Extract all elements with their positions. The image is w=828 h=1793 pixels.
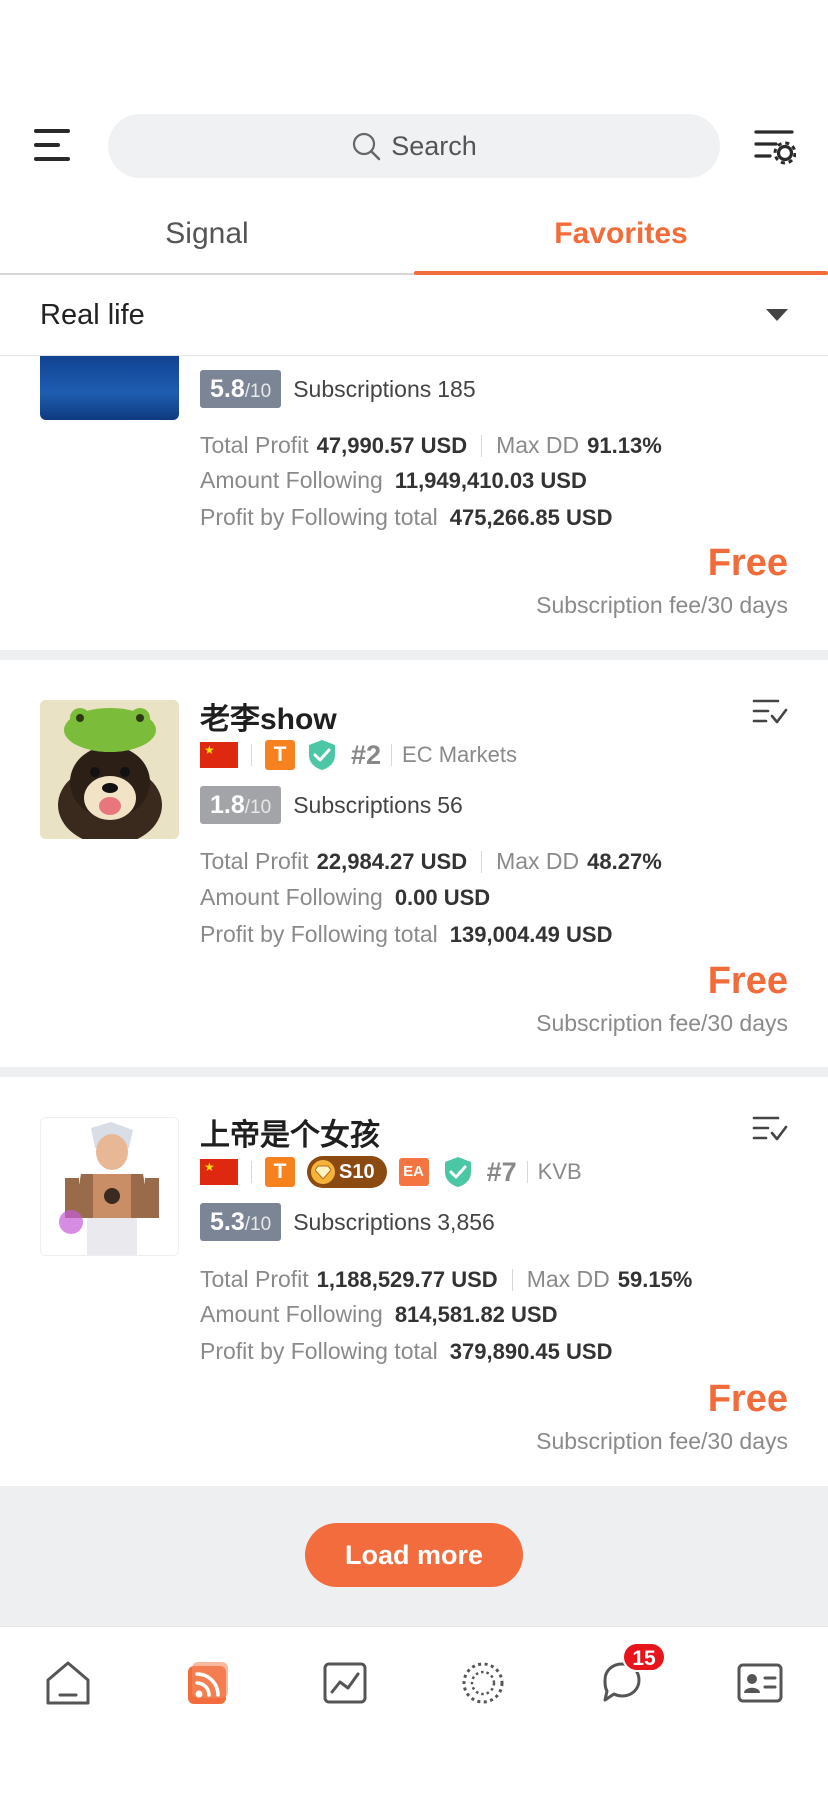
china-flag-icon: ★ [200, 742, 238, 768]
card-separator [0, 1067, 828, 1077]
subscriptions-count: 3,856 [437, 1208, 495, 1235]
trader-rank: #2 [351, 739, 382, 770]
diamond-icon [311, 1160, 335, 1184]
menu-icon[interactable] [30, 125, 74, 165]
level-badge: S10 [307, 1156, 387, 1188]
subscriptions-label: Subscriptions [293, 1208, 432, 1235]
chart-icon[interactable] [320, 1658, 370, 1708]
score-badge: 5.3/10 [200, 1203, 282, 1241]
t-badge: T [265, 1157, 295, 1187]
total-profit-row: Total Profit 22,984.27 USD Max DD 48.27% [200, 848, 662, 874]
score-badge: 1.8/10 [200, 786, 282, 824]
broker-name: EC Markets [402, 742, 517, 767]
profit-following-row: Profit by Following total 379,890.45 USD [200, 1338, 613, 1364]
community-icon[interactable] [458, 1658, 508, 1708]
t-badge: T [265, 740, 295, 770]
subscription-fee-note: Subscription fee/30 days [536, 592, 788, 618]
load-more-button[interactable]: Load more [305, 1523, 523, 1587]
tab-signal[interactable]: Signal [0, 210, 414, 270]
total-profit-row: Total Profit 1,188,529.77 USD Max DD 59.15… [200, 1266, 693, 1292]
dropdown-value: Real life [40, 299, 145, 331]
trader-avatar[interactable] [40, 1117, 179, 1256]
score-row: 1.8/10 Subscriptions 56 [200, 786, 463, 824]
verified-shield-icon [444, 1157, 471, 1187]
profit-following-row: Profit by Following total 139,004.49 USD [200, 921, 613, 947]
score-row: 5.8/10 Subscriptions 185 [200, 370, 476, 408]
subscription-fee-note: Subscription fee/30 days [536, 1428, 788, 1454]
subscriptions-label: Subscriptions [293, 791, 432, 818]
trader-name[interactable]: 上帝是个女孩 [200, 1110, 380, 1154]
search-input[interactable]: Search [108, 114, 720, 178]
profile-card-icon[interactable] [735, 1658, 785, 1708]
broker-name: KVB [537, 1159, 582, 1184]
account-type-dropdown[interactable]: Real life [0, 275, 828, 356]
chevron-down-icon [766, 309, 788, 321]
search-icon [353, 132, 381, 161]
score-row: 5.3/10 Subscriptions 3,856 [200, 1203, 495, 1241]
signals-feed-icon[interactable] [182, 1658, 232, 1708]
subscriptions-count: 185 [437, 375, 476, 402]
list-check-icon[interactable] [752, 1113, 788, 1145]
subscription-price: Free [707, 1378, 788, 1420]
trader-avatar[interactable] [40, 700, 179, 839]
verified-shield-icon [309, 740, 335, 770]
subscription-price: Free [707, 960, 788, 1002]
list-check-icon[interactable] [752, 696, 788, 728]
subscriptions-label: Subscriptions [293, 375, 432, 402]
total-profit-row: Total Profit 47,990.57 USD Max DD 91.13% [200, 432, 662, 458]
ea-badge: EA [398, 1158, 429, 1186]
tab-favorites[interactable]: Favorites [414, 210, 828, 270]
trader-name[interactable]: 老李show [200, 694, 337, 738]
filter-settings-icon[interactable] [752, 124, 796, 168]
search-placeholder: Search [391, 130, 477, 161]
subscription-price: Free [707, 542, 788, 584]
amount-following-row: Amount Following 814,581.82 USD [200, 1301, 558, 1327]
trader-badges: ★ T #2 EC Markets [200, 738, 517, 772]
china-flag-icon: ★ [200, 1159, 238, 1185]
trader-rank: #7 [486, 1156, 517, 1187]
unread-messages-badge: 15 [622, 1642, 666, 1672]
subscription-fee-note: Subscription fee/30 days [536, 1010, 788, 1036]
amount-following-row: Amount Following 11,949,410.03 USD [200, 467, 587, 493]
bottom-navigation [0, 1626, 828, 1793]
subscriptions-count: 56 [437, 791, 463, 818]
score-badge: 5.8/10 [200, 370, 282, 408]
card-separator [0, 650, 828, 660]
trader-badges: ★ T S10 EA #7 KVB [200, 1155, 582, 1189]
home-icon[interactable] [43, 1658, 93, 1708]
profit-following-row: Profit by Following total 475,266.85 USD [200, 504, 613, 530]
amount-following-row: Amount Following 0.00 USD [200, 884, 491, 910]
